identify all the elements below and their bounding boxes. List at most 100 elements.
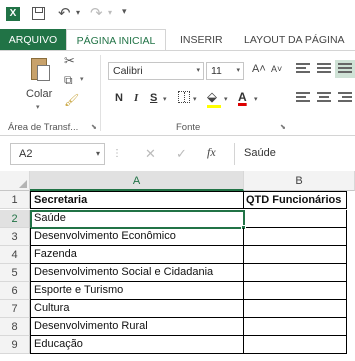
- align-top-icon[interactable]: [296, 63, 310, 75]
- grow-font-button[interactable]: A˄: [252, 63, 266, 75]
- row-header[interactable]: 1: [0, 191, 30, 209]
- table-row: 3 Desenvolvimento Econômico: [0, 228, 355, 246]
- cell-a7[interactable]: Cultura: [30, 300, 244, 318]
- cell-b2[interactable]: [244, 210, 347, 228]
- table-row: 7 Cultura: [0, 300, 355, 318]
- paste-button[interactable]: Colar: [26, 88, 52, 100]
- chevron-down-icon[interactable]: ▾: [236, 63, 240, 79]
- font-name-select[interactable]: Calibri ▾: [108, 62, 204, 80]
- table-row: 9 Educação: [0, 336, 355, 354]
- row-header[interactable]: 2: [0, 210, 30, 228]
- cell-a6[interactable]: Esporte e Turismo: [30, 282, 244, 300]
- redo-dropdown-icon[interactable]: ▾: [108, 8, 112, 17]
- cell-a8[interactable]: Desenvolvimento Rural: [30, 318, 244, 336]
- italic-button[interactable]: I: [134, 92, 138, 104]
- redo-icon[interactable]: ↷: [90, 4, 103, 22]
- paste-icon[interactable]: [28, 55, 50, 83]
- format-painter-icon[interactable]: 🖌: [64, 93, 79, 107]
- tab-pagina-inicial[interactable]: PÁGINA INICIAL: [66, 29, 166, 51]
- name-box[interactable]: A2 ▾: [10, 143, 105, 165]
- cell-b8[interactable]: [244, 318, 347, 336]
- align-right-icon[interactable]: [338, 92, 352, 104]
- underline-button[interactable]: S: [150, 92, 157, 104]
- formula-input[interactable]: Saúde: [244, 147, 276, 159]
- insert-function-button[interactable]: fx: [207, 145, 216, 160]
- row-header[interactable]: 9: [0, 336, 30, 354]
- cell-b7[interactable]: [244, 300, 347, 318]
- cell-a2[interactable]: Saúde: [30, 210, 244, 228]
- row-header[interactable]: 4: [0, 246, 30, 264]
- group-divider: [100, 55, 101, 131]
- copy-dropdown-icon[interactable]: ▾: [80, 75, 84, 83]
- font-size-select[interactable]: 11 ▾: [206, 62, 244, 80]
- ribbon-tabs: ARQUIVO PÁGINA INICIAL INSERIR LAYOUT DA…: [0, 29, 355, 51]
- row-header[interactable]: 5: [0, 264, 30, 282]
- cell-a9[interactable]: Educação: [30, 336, 244, 354]
- undo-icon[interactable]: ↶: [58, 4, 71, 22]
- paste-dropdown-icon[interactable]: ▾: [36, 103, 40, 111]
- row-header[interactable]: 8: [0, 318, 30, 336]
- bold-button[interactable]: N: [115, 92, 123, 104]
- cell-b5[interactable]: [244, 264, 347, 282]
- column-header-b[interactable]: B: [244, 171, 355, 191]
- align-middle-icon[interactable]: [317, 63, 331, 75]
- font-size-value: 11: [211, 65, 222, 77]
- fill-color-swatch: [207, 105, 221, 108]
- font-name-value: Calibri: [113, 65, 143, 77]
- align-left-icon[interactable]: [296, 92, 310, 104]
- fill-color-icon[interactable]: ⬙: [207, 89, 217, 105]
- cell-a3[interactable]: Desenvolvimento Econômico: [30, 228, 244, 246]
- table-row: 8 Desenvolvimento Rural: [0, 318, 355, 336]
- tab-arquivo[interactable]: ARQUIVO: [0, 29, 66, 51]
- table-row: 1 Secretaria QTD Funcionários: [0, 191, 355, 209]
- tab-layout-da-pagina[interactable]: LAYOUT DA PÁGINA: [244, 29, 345, 51]
- cell-b9[interactable]: [244, 336, 347, 354]
- cell-a1[interactable]: Secretaria: [30, 191, 244, 209]
- cut-icon[interactable]: ✂: [64, 53, 75, 69]
- borders-icon[interactable]: [178, 91, 190, 103]
- undo-dropdown-icon[interactable]: ▾: [76, 8, 80, 17]
- cancel-icon[interactable]: ✕: [145, 146, 156, 162]
- formula-divider: [234, 143, 235, 165]
- ribbon: Colar ▾ ✂ ⧉ ▾ 🖌 Calibri ▾ 11 ▾ A˄ A˅ N I…: [0, 50, 355, 136]
- align-center-icon[interactable]: [317, 92, 331, 104]
- tab-inserir[interactable]: INSERIR: [180, 29, 223, 51]
- cell-a5[interactable]: Desenvolvimento Social e Cidadania: [30, 264, 244, 282]
- select-all-corner[interactable]: [0, 171, 30, 191]
- excel-icon: X: [6, 7, 20, 21]
- table-row: 6 Esporte e Turismo: [0, 282, 355, 300]
- table-row: 4 Fazenda: [0, 246, 355, 264]
- name-box-value: A2: [19, 148, 33, 160]
- chevron-down-icon[interactable]: ▾: [96, 144, 100, 164]
- cell-b3[interactable]: [244, 228, 347, 246]
- column-header-a[interactable]: A: [30, 171, 244, 191]
- customize-toolbar-icon[interactable]: ▾: [122, 6, 127, 17]
- shrink-font-button[interactable]: A˅: [271, 64, 282, 74]
- row-header[interactable]: 3: [0, 228, 30, 246]
- copy-icon[interactable]: ⧉: [64, 73, 73, 88]
- enter-icon[interactable]: ✓: [176, 146, 187, 162]
- font-group-label: Fonte: [176, 122, 201, 133]
- row-header[interactable]: 6: [0, 282, 30, 300]
- cell-a4[interactable]: Fazenda: [30, 246, 244, 264]
- align-bottom-icon[interactable]: [335, 60, 355, 78]
- cell-b1[interactable]: QTD Funcionários: [244, 191, 347, 209]
- clipboard-group-label: Área de Transf...: [8, 122, 79, 133]
- clipboard-launcher-icon[interactable]: ⬊: [91, 123, 97, 131]
- underline-dropdown-icon[interactable]: ▾: [163, 95, 167, 103]
- cell-b6[interactable]: [244, 282, 347, 300]
- font-launcher-icon[interactable]: ⬊: [280, 123, 286, 131]
- row-header[interactable]: 7: [0, 300, 30, 318]
- save-icon[interactable]: [32, 7, 45, 20]
- fill-color-dropdown-icon[interactable]: ▾: [224, 95, 228, 103]
- table-row: 5 Desenvolvimento Social e Cidadania: [0, 264, 355, 282]
- quick-access-toolbar: X ↶ ▾ ↷ ▾ ▾: [0, 0, 355, 28]
- font-color-button[interactable]: A: [238, 90, 247, 104]
- formula-bar: A2 ▾ ⋯ ✕ ✓ fx Saúde: [0, 137, 355, 171]
- resize-handle-icon[interactable]: ⋯: [111, 148, 122, 157]
- table-row: 2 Saúde: [0, 210, 355, 230]
- font-color-dropdown-icon[interactable]: ▾: [254, 95, 258, 103]
- cell-b4[interactable]: [244, 246, 347, 264]
- borders-dropdown-icon[interactable]: ▾: [193, 95, 197, 103]
- chevron-down-icon[interactable]: ▾: [196, 63, 200, 79]
